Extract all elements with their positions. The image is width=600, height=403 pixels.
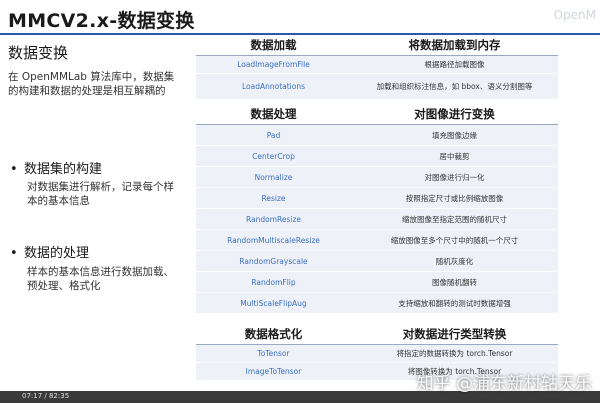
table-row: ToTensor 将指定的数据转换为 torch.Tensor (196, 345, 558, 363)
transform-desc: 加载和组织标注信息，如 bbox、语义分割图等 (376, 82, 533, 91)
bullet-marker: • (10, 162, 18, 177)
table-row: Pad 填充图像边缘 (196, 125, 558, 146)
table-row: Normalize 对图像进行归一化 (196, 167, 558, 188)
slide-title: MMCV2.x-数据变换 (8, 10, 195, 32)
table-header-category: 数据加载 (250, 38, 297, 52)
section-title: 数据变换 (8, 44, 69, 62)
transform-desc: 居中裁剪 (439, 151, 470, 161)
corner-watermark: OpenM (553, 8, 596, 22)
transform-desc: 按照指定尺寸或比例缩放图像 (405, 193, 504, 203)
transform-name: LoadAnnotations (241, 82, 306, 91)
table-header: 数据加载 将数据加载到内存 (196, 35, 558, 56)
table-row: Resize 按照指定尺寸或比例缩放图像 (196, 188, 558, 209)
table-row: RandomGrayscale 随机灰度化 (196, 251, 558, 272)
bullet-heading: 数据集的构建 (24, 162, 103, 177)
transform-name: LoadImageFromFile (237, 60, 310, 69)
bullet-desc: 样本的基本信息进行数据加载、预处理、格式化 (27, 266, 174, 292)
table-header-description: 对图像进行变换 (414, 107, 495, 121)
table-row: RandomMultiscaleResize 缩放图像至多个尺寸中的随机一个尺寸 (196, 230, 558, 251)
table-row: CenterCrop 居中裁剪 (196, 146, 558, 167)
bullet-marker: • (10, 246, 18, 261)
table-header: 数据格式化 对数据进行类型转换 (196, 324, 558, 345)
bullet-data-process: • 数据的处理 (10, 242, 89, 261)
transform-desc: 对图像进行归一化 (424, 172, 485, 182)
transform-name: ToTensor (257, 349, 290, 358)
transform-name: Pad (266, 130, 281, 140)
transform-desc: 图像随机翻转 (432, 277, 477, 287)
table-header-description: 对数据进行类型转换 (402, 327, 507, 341)
table-header-description: 将数据加载到内存 (408, 38, 501, 52)
transform-desc: 支持缩放和翻转的测试时数据增强 (398, 298, 511, 308)
table-row: RandomFlip 图像随机翻转 (196, 272, 558, 293)
table-row: LoadAnnotations 加载和组织标注信息，如 bbox、语义分割图等 (196, 74, 558, 100)
bullet-desc: 对数据集进行解析，记录每个样本的基本信息 (27, 181, 174, 207)
transform-desc: 随机灰度化 (435, 256, 474, 266)
transform-name: MultiScaleFlipAug (240, 298, 307, 308)
transform-name: RandomGrayscale (239, 256, 308, 266)
transform-desc: 根据路径加载图像 (424, 60, 485, 69)
bullet-dataset-build: • 数据集的构建 (10, 158, 102, 177)
transform-name: Normalize (254, 172, 293, 182)
video-timestamp: 07:17 / 82:35 (22, 392, 70, 400)
table-row: MultiScaleFlipAug 支持缩放和翻转的测试时数据增强 (196, 293, 558, 314)
transform-name: RandomMultiscaleResize (227, 235, 320, 245)
transform-name: CenterCrop (252, 151, 295, 161)
transform-name: RandomResize (245, 214, 302, 224)
transform-desc: 缩放图像至指定范围的随机尺寸 (402, 214, 507, 224)
table-row: RandomResize 缩放图像至指定范围的随机尺寸 (196, 209, 558, 230)
transform-name: ImageToTensor (245, 367, 302, 376)
bullet-heading: 数据的处理 (24, 246, 90, 261)
transform-name: Resize (261, 193, 286, 203)
table-header-category: 数据处理 (250, 107, 297, 121)
table-header-category: 数据格式化 (244, 327, 303, 341)
table-row: LoadImageFromFile 根据路径加载图像 (196, 56, 558, 74)
zhihu-watermark: 知乎 @浦东新村轱天乐 (416, 374, 592, 394)
table-header: 数据处理 对图像进行变换 (196, 104, 558, 125)
transform-desc: 将指定的数据转换为 torch.Tensor (396, 349, 513, 358)
transform-name: RandomFlip (251, 277, 296, 287)
transform-desc: 缩放图像至多个尺寸中的随机一个尺寸 (390, 235, 519, 245)
intro-text: 在 OpenMMLab 算法库中，数据集的构建和数据的处理是相互解耦的 (8, 71, 175, 97)
transform-desc: 填充图像边缘 (432, 130, 477, 140)
transforms-tables: 数据加载 将数据加载到内存 LoadImageFromFile 根据路径加载图像… (196, 35, 558, 381)
